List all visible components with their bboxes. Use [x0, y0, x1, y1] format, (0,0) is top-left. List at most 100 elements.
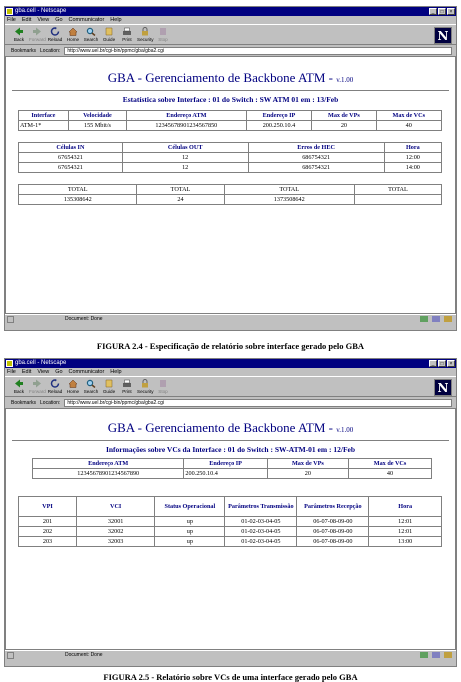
cell: 20	[311, 120, 377, 131]
back-arrow-icon	[15, 27, 23, 36]
menu-view[interactable]: View	[37, 16, 49, 24]
netscape-logo-icon: N	[434, 379, 452, 396]
bookmarks-button[interactable]: Bookmarks	[11, 48, 36, 54]
stop-button[interactable]: Stop	[155, 25, 171, 44]
interface-info-table: Endereço ATM Endereço IP Max de VPs Max …	[31, 458, 432, 479]
network-icon	[420, 316, 428, 322]
figure-caption-1: FIGURA 2.4 - Especificação de relatório …	[96, 341, 365, 351]
security-button[interactable]: Security	[137, 377, 154, 396]
menu-help[interactable]: Help	[110, 16, 121, 24]
composer-icon[interactable]	[444, 652, 452, 658]
menu-edit[interactable]: Edit	[22, 368, 31, 376]
back-arrow-icon	[15, 379, 23, 388]
browser-window-1: gba.cell - Netscape _ □ × File Edit View…	[4, 6, 457, 331]
cell: 40	[375, 120, 443, 131]
menu-go[interactable]: Go	[55, 16, 62, 24]
page-content: GBA - Gerenciamento de Backbone ATM - v.…	[5, 56, 456, 314]
guide-button[interactable]: Guide	[101, 25, 117, 44]
reload-button[interactable]: Reload	[47, 377, 63, 396]
col-status-operacional: Status Operacional	[154, 496, 226, 517]
cell: 201	[18, 516, 77, 527]
cell: 686754321	[247, 152, 385, 163]
cell: 202	[18, 526, 77, 537]
cell: 32001	[75, 516, 156, 527]
menu-communicator[interactable]: Communicator	[69, 368, 105, 376]
col-total: TOTAL	[136, 184, 225, 195]
divider	[12, 440, 449, 441]
menu-file[interactable]: File	[7, 368, 16, 376]
col-vpi: VPI	[18, 496, 77, 517]
maximize-button[interactable]: □	[438, 8, 446, 15]
navigation-toolbar: Back Forward Reload Home Search Guide Pr…	[5, 376, 456, 397]
report-subtitle: Informações sobre VCs da Interface : 01 …	[105, 445, 356, 454]
status-bar: Document: Done	[5, 650, 456, 659]
security-status-icon	[7, 652, 14, 659]
cell: 14:00	[383, 162, 443, 173]
home-icon	[68, 27, 78, 36]
cell: 32003	[75, 536, 156, 547]
guide-icon	[105, 379, 113, 388]
search-button[interactable]: Search	[83, 377, 99, 396]
cell: up	[154, 526, 226, 537]
close-button[interactable]: ×	[447, 360, 455, 367]
search-icon	[86, 379, 96, 388]
menu-go[interactable]: Go	[55, 368, 62, 376]
guide-button[interactable]: Guide	[101, 377, 117, 396]
security-button[interactable]: Security	[137, 25, 154, 44]
reload-icon	[50, 27, 60, 36]
col-parametros-transmissao: Parâmetros Transmissão	[224, 496, 298, 517]
cell	[353, 194, 443, 205]
stop-button[interactable]: Stop	[155, 377, 171, 396]
location-label: Location:	[40, 399, 61, 406]
forward-arrow-icon	[33, 379, 41, 388]
browser-window-2: gba.cell - Netscape _ □ × File Edit View…	[4, 358, 457, 667]
forward-button[interactable]: Forward	[29, 25, 46, 44]
menu-file[interactable]: File	[7, 16, 16, 24]
search-button[interactable]: Search	[83, 25, 99, 44]
back-button[interactable]: Back	[11, 25, 27, 44]
cell: 01-02-03-04-05	[224, 516, 298, 527]
mail-icon[interactable]	[432, 652, 440, 658]
url-field[interactable]: http://www.uel.br/cgi-bin/ppmc/gba/gba2.…	[64, 46, 452, 55]
back-label: Back	[13, 37, 25, 42]
home-button[interactable]: Home	[65, 377, 81, 396]
reload-button[interactable]: Reload	[47, 25, 63, 44]
print-label: Print	[122, 389, 132, 394]
page-title-text: GBA - Gerenciamento de Backbone ATM -	[107, 420, 337, 435]
bookmarks-button[interactable]: Bookmarks	[11, 400, 36, 406]
print-icon	[123, 27, 131, 35]
close-button[interactable]: ×	[447, 8, 455, 15]
home-button[interactable]: Home	[65, 25, 81, 44]
minimize-button[interactable]: _	[429, 8, 437, 15]
back-button[interactable]: Back	[11, 377, 27, 396]
menu-help[interactable]: Help	[110, 368, 121, 376]
menu-view[interactable]: View	[37, 368, 49, 376]
menu-communicator[interactable]: Communicator	[69, 16, 105, 24]
navigation-toolbar: Back Forward Reload Home Search Guide Pr…	[5, 24, 456, 45]
home-label: Home	[66, 37, 80, 42]
cell: 135308642	[17, 194, 138, 205]
cell: 200.250.10.4	[245, 120, 313, 131]
maximize-button[interactable]: □	[438, 360, 446, 367]
back-label: Back	[13, 389, 25, 394]
col-endereco-ip: Endereço IP	[245, 110, 313, 121]
vc-table: VPI VCI Status Operacional Parâmetros Tr…	[18, 496, 442, 547]
totals-table: TOTAL TOTAL TOTAL TOTAL 135308642 24 137…	[17, 184, 443, 205]
forward-button[interactable]: Forward	[29, 377, 46, 396]
security-label: Security	[137, 37, 154, 42]
mail-icon[interactable]	[432, 316, 440, 322]
version-text: v.1.00	[336, 426, 354, 434]
url-field[interactable]: http://www.uel.br/cgi-bin/ppmc/gba/gba2.…	[64, 398, 452, 407]
cell: 01-02-03-04-05	[224, 536, 298, 547]
print-button[interactable]: Print	[119, 25, 135, 44]
composer-icon[interactable]	[444, 316, 452, 322]
cell: 155 Mbit/s	[67, 120, 128, 131]
print-button[interactable]: Print	[119, 377, 135, 396]
cell: 32002	[75, 526, 156, 537]
col-max-vps: Max de VPs	[266, 458, 350, 469]
menu-edit[interactable]: Edit	[22, 16, 31, 24]
search-icon	[86, 27, 96, 36]
window-title: gba.cell - Netscape	[15, 360, 67, 366]
minimize-button[interactable]: _	[429, 360, 437, 367]
table-row: 12345678901234567890 200.250.10.4 20 40	[31, 468, 432, 479]
